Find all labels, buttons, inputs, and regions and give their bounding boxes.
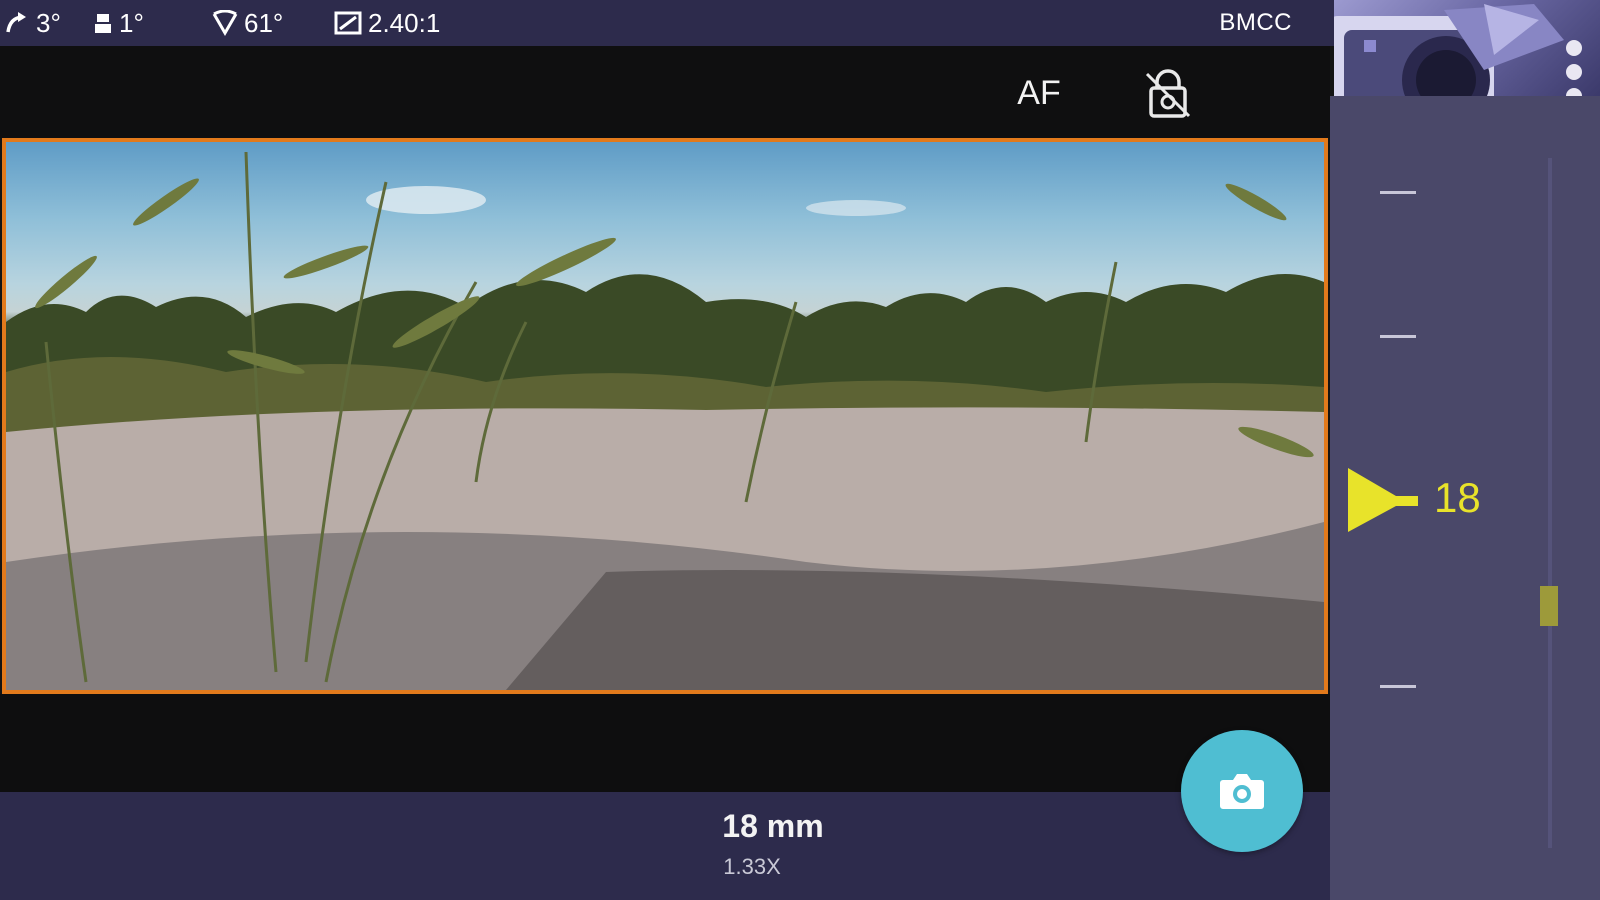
crop-factor-label: 1.33X bbox=[723, 854, 781, 879]
viewfinder-lower-band bbox=[0, 694, 1330, 792]
lens-info-bar: 18 mm 1.33X bbox=[0, 792, 1330, 900]
pointer-triangle-icon bbox=[1348, 468, 1418, 532]
camera-model-label: BMCC bbox=[1219, 9, 1292, 36]
top-toolbar: AF bbox=[0, 46, 1330, 138]
ruler-tick bbox=[1380, 335, 1416, 338]
ruler-scroll-thumb[interactable] bbox=[1540, 586, 1558, 626]
level-icon bbox=[95, 14, 111, 33]
viewfinder-scene bbox=[6, 151, 1324, 690]
focal-length-label: 18 mm bbox=[722, 808, 824, 844]
camera-viewfinder[interactable] bbox=[2, 138, 1328, 694]
autofocus-button[interactable]: AF bbox=[1008, 70, 1070, 116]
camera-icon bbox=[1220, 774, 1264, 809]
rotation-lock-button[interactable] bbox=[1140, 66, 1196, 122]
menu-dot bbox=[1566, 64, 1582, 80]
roll-value: 3° bbox=[36, 7, 61, 38]
pitch-value: 1° bbox=[119, 7, 144, 38]
aspect-ratio-value: 2.40:1 bbox=[368, 7, 441, 38]
roll-indicator: 3° bbox=[4, 0, 61, 46]
ruler-tick bbox=[1380, 191, 1416, 194]
tilt-arrow-icon bbox=[6, 12, 26, 33]
ruler-tick bbox=[1380, 685, 1416, 688]
fov-value: 61° bbox=[244, 7, 284, 38]
aspect-ratio-icon bbox=[334, 11, 362, 35]
menu-dot bbox=[1566, 40, 1582, 56]
aspect-ratio-indicator: 2.40:1 bbox=[334, 0, 440, 46]
more-vert-icon[interactable] bbox=[1560, 32, 1588, 104]
fov-indicator: 61° bbox=[212, 0, 283, 46]
status-bar: 3° 1° 61° 2.40:1 BMCC bbox=[0, 0, 1334, 46]
rotation-lock-icon bbox=[1145, 69, 1191, 118]
ruler-current-value: 18 bbox=[1434, 474, 1481, 521]
capture-button[interactable] bbox=[1181, 730, 1303, 852]
field-of-view-icon bbox=[212, 10, 238, 36]
pitch-indicator: 1° bbox=[93, 0, 144, 46]
ruler-scroll-track[interactable] bbox=[1548, 158, 1552, 848]
ruler-pointer[interactable] bbox=[1348, 468, 1424, 532]
